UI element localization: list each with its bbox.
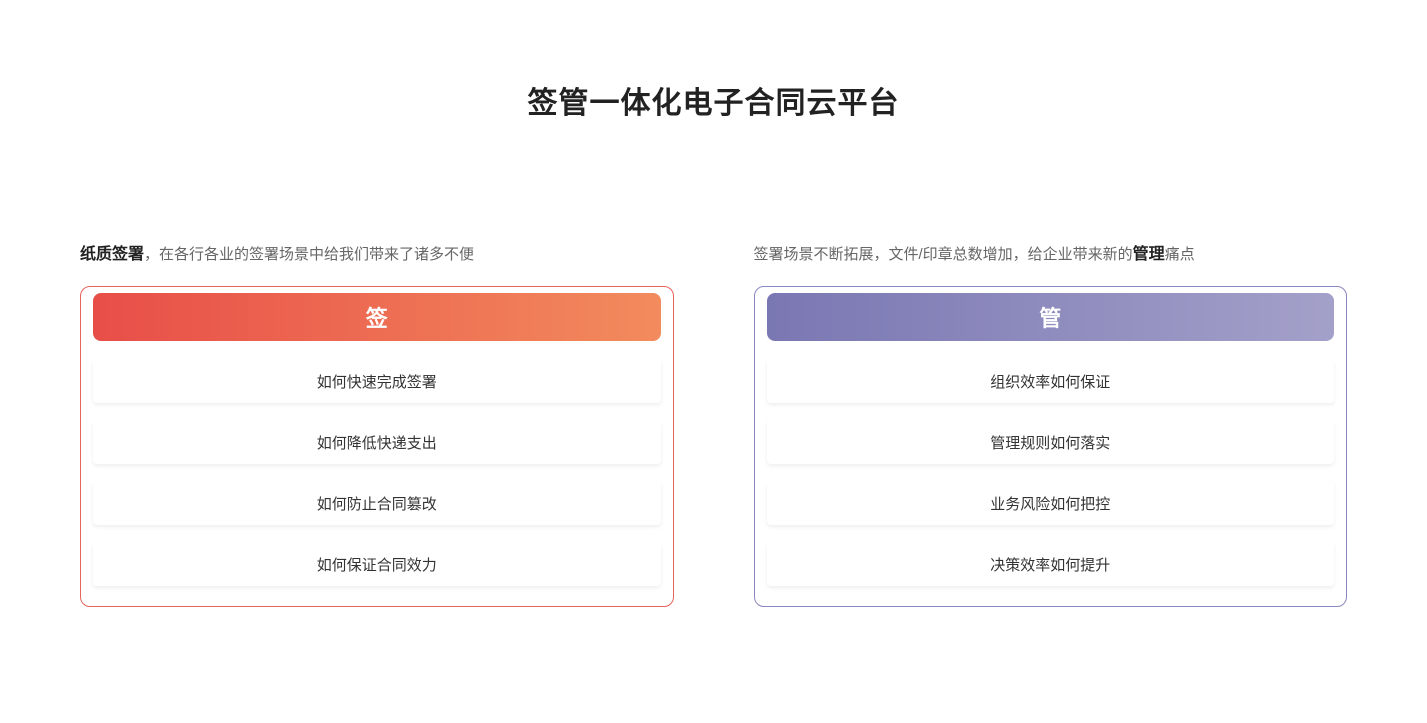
- list-item: 组织效率如何保证: [767, 359, 1335, 403]
- manage-lead-before: 签署场景不断拓展，文件/印章总数增加，给企业带来新的: [754, 246, 1133, 263]
- sign-panel-header: 签: [93, 293, 661, 341]
- sign-lead-rest: ，在各行各业的签署场景中给我们带来了诸多不便: [144, 246, 474, 263]
- manage-lead: 签署场景不断拓展，文件/印章总数增加，给企业带来新的管理痛点: [754, 240, 1348, 264]
- manage-column: 签署场景不断拓展，文件/印章总数增加，给企业带来新的管理痛点 管 组织效率如何保…: [754, 240, 1348, 607]
- sign-panel: 签 如何快速完成签署 如何降低快递支出 如何防止合同篡改 如何保证合同效力: [80, 286, 674, 607]
- list-item: 如何降低快递支出: [93, 420, 661, 464]
- list-item: 如何保证合同效力: [93, 542, 661, 586]
- list-item: 如何防止合同篡改: [93, 481, 661, 525]
- sign-column: 纸质签署，在各行各业的签署场景中给我们带来了诸多不便 签 如何快速完成签署 如何…: [80, 240, 674, 607]
- columns-container: 纸质签署，在各行各业的签署场景中给我们带来了诸多不便 签 如何快速完成签署 如何…: [0, 240, 1427, 607]
- list-item: 管理规则如何落实: [767, 420, 1335, 464]
- page-title: 签管一体化电子合同云平台: [0, 78, 1427, 122]
- list-item: 业务风险如何把控: [767, 481, 1335, 525]
- manage-panel: 管 组织效率如何保证 管理规则如何落实 业务风险如何把控 决策效率如何提升: [754, 286, 1348, 607]
- manage-lead-bold: 管理: [1133, 246, 1165, 263]
- sign-lead-bold: 纸质签署: [80, 246, 144, 263]
- list-item: 如何快速完成签署: [93, 359, 661, 403]
- manage-lead-after: 痛点: [1165, 246, 1195, 263]
- list-item: 决策效率如何提升: [767, 542, 1335, 586]
- manage-panel-header: 管: [767, 293, 1335, 341]
- sign-lead: 纸质签署，在各行各业的签署场景中给我们带来了诸多不便: [80, 240, 674, 264]
